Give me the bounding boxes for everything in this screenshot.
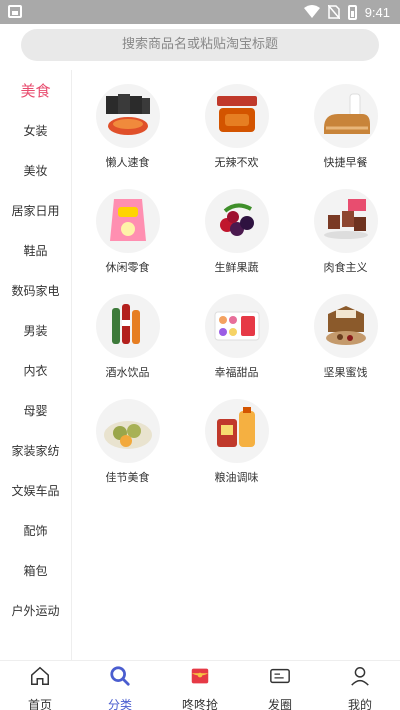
category-tile[interactable]: 坚果蜜饯 xyxy=(291,280,400,385)
nav-item[interactable]: 我的 xyxy=(320,661,400,710)
gallery-notification-icon xyxy=(8,5,22,18)
battery-icon xyxy=(347,4,357,20)
nav-label: 发圈 xyxy=(267,698,292,710)
berries-icon xyxy=(204,189,269,253)
category-label: 幸福甜品 xyxy=(214,366,259,379)
nav-label: 咚咚抢 xyxy=(181,698,218,710)
sidebar-item[interactable]: 户外运动 xyxy=(0,590,71,630)
nav-label: 首页 xyxy=(27,698,52,710)
category-label: 懒人速食 xyxy=(105,156,150,169)
category-tile[interactable]: 粮油调味 xyxy=(182,385,291,490)
chips-bag-icon xyxy=(95,189,160,253)
spicy-jerky-icon xyxy=(204,84,269,148)
search-bar: 搜索商品名或粘贴淘宝标题 xyxy=(0,24,400,70)
sidebar-item[interactable]: 男装 xyxy=(0,310,71,350)
home-icon xyxy=(28,665,52,691)
sidebar-item[interactable]: 文娱车品 xyxy=(0,470,71,510)
category-tile[interactable]: 酒水饮品 xyxy=(73,280,182,385)
search-icon xyxy=(108,665,132,691)
category-label: 休闲零食 xyxy=(105,261,150,274)
category-label: 肉食主义 xyxy=(323,261,368,274)
category-label: 佳节美食 xyxy=(105,471,150,484)
category-sidebar: 美食 女装 美妆 居家日用 鞋品 数码家电 男装 内衣 母婴 家装家纺 文娱车品 配饰 箱包 户外运动 xyxy=(0,70,72,660)
sidebar-item[interactable]: 女装 xyxy=(0,110,71,150)
category-label: 快捷早餐 xyxy=(323,156,368,169)
category-tile[interactable]: 生鲜果蔬 xyxy=(182,175,291,280)
category-tile[interactable]: 无辣不欢 xyxy=(182,70,291,175)
status-bar: 9:41 xyxy=(0,0,400,24)
nav-label: 我的 xyxy=(347,698,372,710)
category-tile[interactable]: 休闲零食 xyxy=(73,175,182,280)
category-tile[interactable]: 佳节美食 xyxy=(73,385,182,490)
category-label: 无辣不欢 xyxy=(214,156,259,169)
nav-item[interactable]: 首页 xyxy=(0,661,80,710)
sidebar-item[interactable]: 美食 xyxy=(0,70,71,110)
wifi-icon xyxy=(303,5,320,18)
sidebar-item[interactable]: 母婴 xyxy=(0,390,71,430)
bread-milk-icon xyxy=(313,84,378,148)
sidebar-item[interactable]: 居家日用 xyxy=(0,190,71,230)
nav-item[interactable]: 分类 xyxy=(80,661,160,710)
instant-noodles-icon xyxy=(95,84,160,148)
sidebar-item[interactable]: 家装家纺 xyxy=(0,430,71,470)
nav-item[interactable]: 咚咚抢 xyxy=(160,661,240,710)
status-time: 9:41 xyxy=(364,4,390,20)
sidebar-item[interactable]: 数码家电 xyxy=(0,270,71,310)
salted-eggs-icon xyxy=(95,399,160,463)
nuts-box-icon xyxy=(313,294,378,358)
nav-item[interactable]: 发圈 xyxy=(240,661,320,710)
sidebar-item[interactable]: 配饰 xyxy=(0,510,71,550)
category-tile[interactable]: 肉食主义 xyxy=(291,175,400,280)
sidebar-item[interactable]: 鞋品 xyxy=(0,230,71,270)
rice-oil-icon xyxy=(204,399,269,463)
search-input[interactable]: 搜索商品名或粘贴淘宝标题 xyxy=(21,29,379,61)
no-sim-icon xyxy=(327,5,340,19)
category-label: 酒水饮品 xyxy=(105,366,150,379)
category-label: 粮油调味 xyxy=(214,471,259,484)
sidebar-item[interactable]: 内衣 xyxy=(0,350,71,390)
bottles-icon xyxy=(95,294,160,358)
sidebar-item[interactable]: 美妆 xyxy=(0,150,71,190)
category-tile[interactable]: 幸福甜品 xyxy=(182,280,291,385)
category-label: 坚果蜜饯 xyxy=(323,366,368,379)
category-tile[interactable]: 懒人速食 xyxy=(73,70,182,175)
bottom-nav: 首页 分类 咚咚抢 发圈 我的 xyxy=(0,660,400,710)
category-tile[interactable]: 快捷早餐 xyxy=(291,70,400,175)
nav-label: 分类 xyxy=(107,698,132,710)
red-envelope-icon xyxy=(188,665,212,691)
meat-cubes-icon xyxy=(313,189,378,253)
sidebar-item[interactable]: 箱包 xyxy=(0,550,71,590)
share-card-icon xyxy=(268,665,292,691)
user-icon xyxy=(348,665,372,691)
macarons-icon xyxy=(204,294,269,358)
category-label: 生鲜果蔬 xyxy=(214,261,259,274)
